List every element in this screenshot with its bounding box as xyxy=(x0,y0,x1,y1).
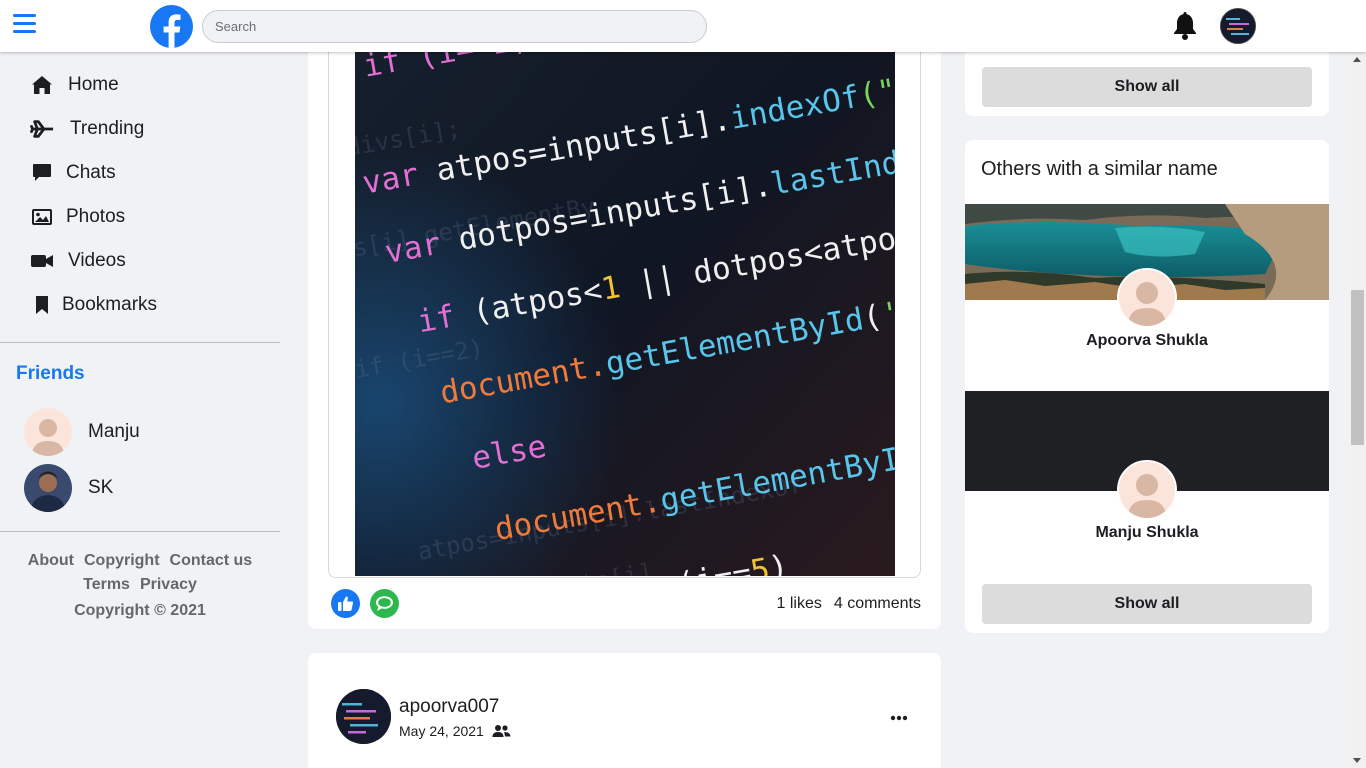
image-icon xyxy=(30,206,54,228)
friends-audience-icon xyxy=(492,725,511,737)
similar-names-title: Others with a similar name xyxy=(981,158,1218,180)
likes-count[interactable]: 1 likes xyxy=(777,595,822,612)
sidebar-item-label: Home xyxy=(68,74,119,95)
friend-item[interactable]: SK xyxy=(24,464,113,512)
sidebar-item-photos[interactable]: Photos xyxy=(30,202,125,232)
top-bar xyxy=(0,0,1366,52)
friends-title: Friends xyxy=(16,363,85,384)
divider xyxy=(0,342,280,343)
search-input[interactable] xyxy=(202,10,707,43)
facebook-logo[interactable] xyxy=(150,5,193,48)
similar-names-card: Others with a similar name Apoorva Shukl… xyxy=(965,140,1329,633)
sidebar-item-label: Chats xyxy=(66,162,116,183)
show-all-button[interactable]: Show all xyxy=(982,67,1312,107)
person-name[interactable]: Manju Shukla xyxy=(965,524,1329,542)
post-stats: 1 likes 4 comments xyxy=(765,595,922,613)
sidebar-item-label: Photos xyxy=(66,206,126,227)
footer-link-contact[interactable]: Contact us xyxy=(170,552,253,569)
post-card: divs[i]; ats[i] getElementBy if (i==2) a… xyxy=(308,0,941,629)
copyright-text: Copyright © 2021 xyxy=(74,602,206,619)
more-options-icon[interactable] xyxy=(888,711,910,725)
bell-icon[interactable] xyxy=(1172,12,1198,40)
sidebar-item-chats[interactable]: Chats xyxy=(30,158,116,188)
chat-icon xyxy=(30,162,54,184)
avatar xyxy=(24,408,72,456)
friend-item[interactable]: Manju xyxy=(24,408,140,456)
post-image[interactable]: divs[i]; ats[i] getElementBy if (i==2) a… xyxy=(355,0,895,576)
friend-name: SK xyxy=(88,477,114,498)
scroll-down-arrow-icon[interactable] xyxy=(1353,758,1361,763)
video-icon xyxy=(30,250,54,272)
footer-link-copyright[interactable]: Copyright xyxy=(84,552,160,569)
sidebar-item-home[interactable]: Home xyxy=(30,70,119,100)
sidebar-item-label: Bookmarks xyxy=(62,294,158,315)
post-date: May 24, 2021 xyxy=(399,723,484,739)
person-avatar[interactable] xyxy=(1117,268,1177,328)
post-image-frame: divs[i]; ats[i] getElementBy if (i==2) a… xyxy=(328,0,921,578)
friend-name: Manju xyxy=(88,421,140,442)
thumbs-up-icon xyxy=(338,596,354,611)
sidebar-item-label: Trending xyxy=(70,118,145,139)
footer-link-privacy[interactable]: Privacy xyxy=(140,576,197,593)
sidebar-item-label: Videos xyxy=(68,250,126,271)
like-button[interactable] xyxy=(331,589,360,618)
scrollbar-thumb[interactable] xyxy=(1351,290,1364,445)
plane-icon xyxy=(30,118,54,140)
scroll-up-arrow-icon[interactable] xyxy=(1353,57,1361,62)
profile-avatar[interactable] xyxy=(1220,8,1256,44)
comment-icon xyxy=(376,596,393,611)
show-all-button[interactable]: Show all xyxy=(982,584,1312,624)
person-name[interactable]: Apoorva Shukla xyxy=(965,332,1329,350)
bookmark-icon xyxy=(30,294,54,316)
home-icon xyxy=(30,74,54,96)
scrollbar[interactable] xyxy=(1349,52,1366,768)
post-meta: May 24, 2021 xyxy=(399,723,511,739)
comment-button[interactable] xyxy=(370,589,399,618)
sidebar-item-trending[interactable]: Trending xyxy=(30,114,144,144)
menu-icon[interactable] xyxy=(13,14,36,36)
post-author-name[interactable]: apoorva007 xyxy=(399,696,499,718)
avatar xyxy=(24,464,72,512)
footer-links: About Copyright Contact us Terms Privacy xyxy=(0,549,280,597)
sidebar-item-videos[interactable]: Videos xyxy=(30,246,126,276)
sidebar-item-bookmarks[interactable]: Bookmarks xyxy=(30,290,157,320)
footer-link-terms[interactable]: Terms xyxy=(83,576,130,593)
left-sidebar: Home Trending Chats Photos Videos Bookma… xyxy=(0,52,290,768)
comments-count[interactable]: 4 comments xyxy=(834,595,921,612)
person-avatar[interactable] xyxy=(1117,460,1177,520)
post-author-avatar[interactable] xyxy=(336,689,391,744)
post-card: apoorva007 May 24, 2021 xyxy=(308,653,941,768)
footer-link-about[interactable]: About xyxy=(28,552,74,569)
divider xyxy=(0,531,280,532)
